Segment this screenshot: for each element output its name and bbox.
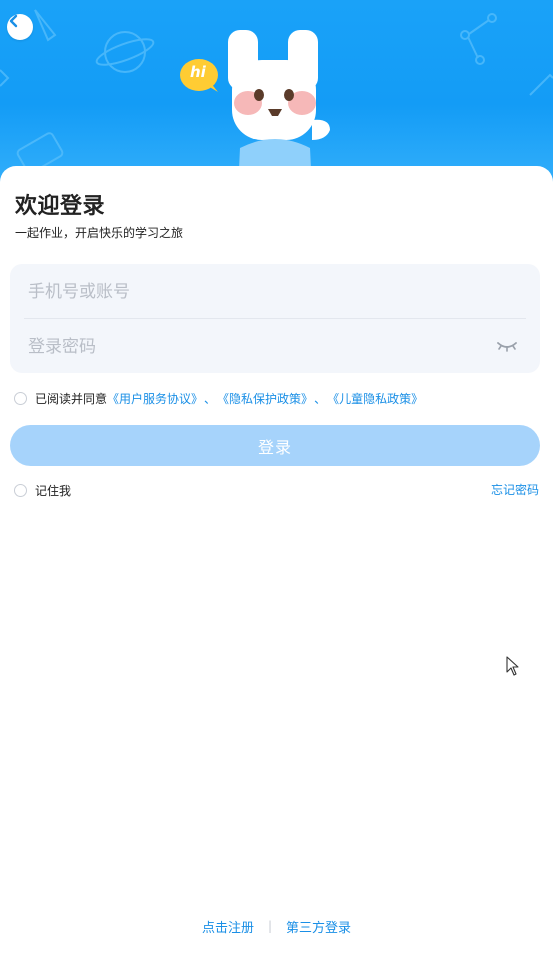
back-button[interactable] [7, 14, 33, 40]
mascot-greeting: hi [190, 63, 206, 81]
page-subtitle: 一起作业，开启快乐的学习之旅 [15, 226, 184, 240]
chevron-left-icon [9, 14, 18, 28]
remember-me-checkbox[interactable] [14, 483, 27, 497]
login-page: hi 欢迎登录 一起作业，开启快乐的学习之旅 已阅读并同意 《用户服务协议》 、… [0, 0, 553, 971]
agreement-row: 已阅读并同意 《用户服务协议》 、 《隐私保护政策》 、 《儿童隐私政策》 [14, 388, 423, 408]
user-service-agreement-link[interactable]: 《用户服务协议》 [107, 390, 203, 407]
agreement-prefix: 已阅读并同意 [35, 391, 108, 406]
child-privacy-policy-link[interactable]: 《儿童隐私政策》 [327, 390, 423, 407]
form-divider [24, 318, 526, 319]
login-button[interactable]: 登录 [10, 425, 540, 466]
mouse-cursor-icon [506, 656, 519, 676]
footer-divider: | [267, 919, 273, 933]
login-form [10, 264, 540, 373]
banner-decoration [0, 9, 553, 190]
agreement-checkbox[interactable] [14, 391, 27, 405]
eye-closed-icon[interactable] [496, 338, 518, 354]
page-title: 欢迎登录 [15, 194, 106, 219]
remember-me-label[interactable]: 记住我 [35, 482, 71, 499]
account-input[interactable] [28, 272, 522, 312]
header-banner: hi [0, 0, 553, 190]
third-party-login-link[interactable]: 第三方登录 [286, 917, 351, 936]
agreement-separator: 、 [314, 391, 327, 406]
register-link[interactable]: 点击注册 [202, 917, 254, 936]
footer-links: 点击注册 | 第三方登录 [0, 916, 553, 936]
remember-me-row: 记住我 [14, 480, 71, 500]
forgot-password-link[interactable]: 忘记密码 [491, 480, 539, 500]
privacy-policy-link[interactable]: 《隐私保护政策》 [217, 390, 313, 407]
password-input[interactable] [28, 327, 488, 367]
agreement-separator: 、 [204, 391, 217, 406]
